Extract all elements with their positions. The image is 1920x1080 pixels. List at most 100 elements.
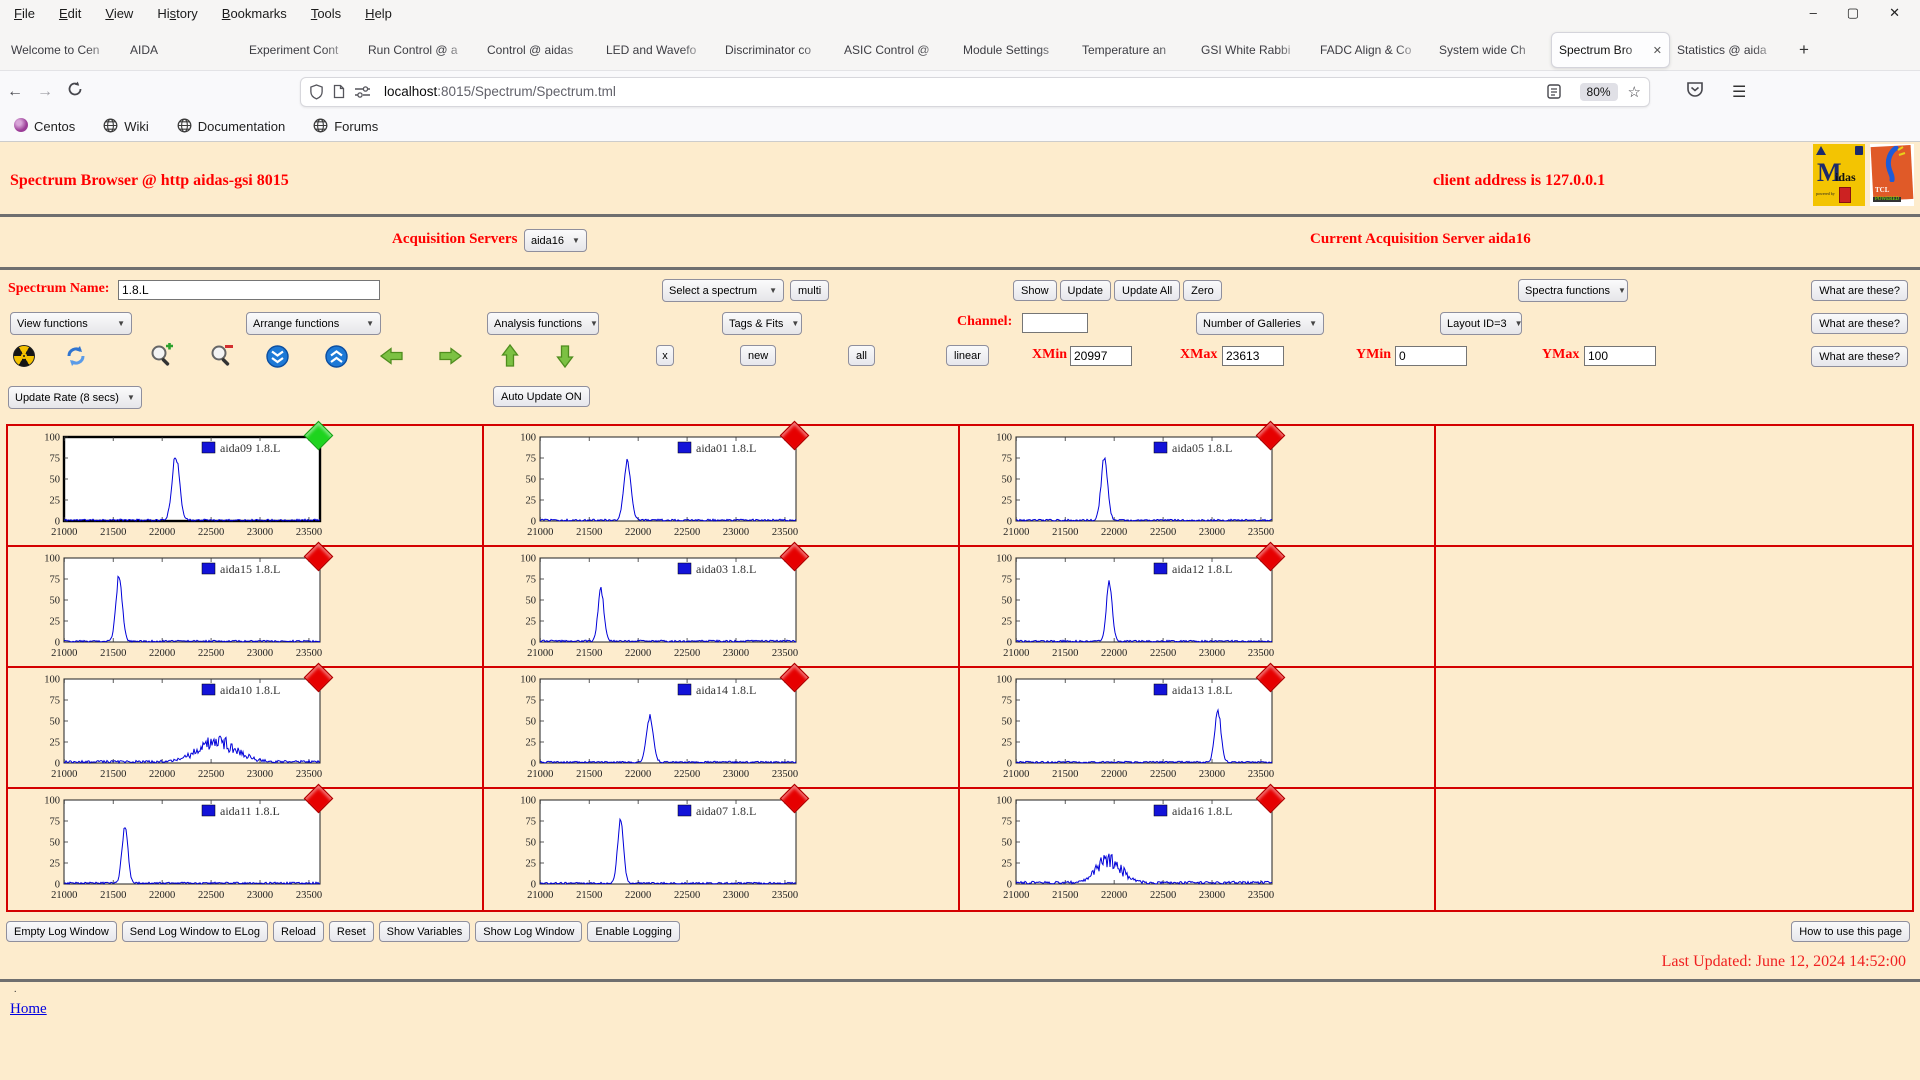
menu-tools[interactable]: Tools	[311, 6, 341, 21]
pocket-icon[interactable]	[1686, 81, 1704, 102]
spectrum-plot-aida15[interactable]: 21000 21500 22000 22500 23000 23500 0 25 50 75 100…	[32, 541, 334, 666]
zero-button[interactable]: Zero	[1183, 280, 1222, 301]
pan-down-icon[interactable]	[551, 342, 579, 370]
channel-input[interactable]	[1022, 313, 1088, 333]
bookmark-wiki[interactable]: Wiki	[103, 118, 149, 136]
spectrum-plot-aida05[interactable]: 21000 21500 22000 22500 23000 23500 0 25 50 75 100…	[984, 420, 1286, 545]
update-button[interactable]: Update	[1059, 280, 1112, 301]
tab-gsi-white-rabbi[interactable]: GSI White Rabbi	[1194, 32, 1313, 68]
tab-temperature-an[interactable]: Temperature an	[1075, 32, 1194, 68]
tab-control-aidas[interactable]: Control @ aidas	[480, 32, 599, 68]
tab-close-icon[interactable]: ✕	[1653, 44, 1662, 57]
auto-update-button[interactable]: Auto Update ON	[493, 386, 590, 407]
shield-icon[interactable]	[309, 83, 324, 100]
tab-system-wide-ch[interactable]: System wide Ch	[1432, 32, 1551, 68]
view-functions-dropdown[interactable]: View functions ▼	[10, 312, 132, 335]
linear-button[interactable]: linear	[946, 345, 989, 366]
spectrum-plot-aida09[interactable]: 21000 21500 22000 22500 23000 23500 0 25 50 75 100…	[32, 420, 334, 545]
update-rate-dropdown[interactable]: Update Rate (8 secs) ▼	[8, 386, 142, 409]
radiation-icon[interactable]	[10, 342, 38, 370]
minimize-icon[interactable]: –	[1810, 5, 1817, 21]
spectrum-plot-aida13[interactable]: 21000 21500 22000 22500 23000 23500 0 25 50 75 100…	[984, 662, 1286, 787]
spectrum-name-input[interactable]	[118, 280, 380, 300]
ymax-input[interactable]	[1584, 346, 1656, 366]
x-axis-button[interactable]: x	[656, 345, 674, 366]
acquisition-server-select[interactable]: aida16 ▼	[524, 229, 587, 252]
enable-logging-button[interactable]: Enable Logging	[587, 921, 680, 942]
spectrum-plot-aida10[interactable]: 21000 21500 22000 22500 23000 23500 0 25 50 75 100…	[32, 662, 334, 787]
zoom-in-icon[interactable]	[148, 342, 176, 370]
update-all-button[interactable]: Update All	[1114, 280, 1181, 301]
tab-fadc-align-co[interactable]: FADC Align & Co	[1313, 32, 1432, 68]
refresh-icon[interactable]	[62, 342, 90, 370]
tab-welcome-to-cen[interactable]: Welcome to Cen	[4, 32, 123, 68]
spectrum-plot-aida16[interactable]: 21000 21500 22000 22500 23000 23500 0 25 50 75 100…	[984, 783, 1286, 908]
midas-logo[interactable]: Midas powered by	[1813, 144, 1865, 206]
bookmark-centos[interactable]: Centos	[14, 118, 75, 135]
menu-edit[interactable]: Edit	[59, 6, 81, 21]
hamburger-menu-icon[interactable]: ☰	[1732, 82, 1746, 102]
reload-button[interactable]: Reload	[273, 921, 324, 942]
empty-log-window-button[interactable]: Empty Log Window	[6, 921, 117, 942]
all-button[interactable]: all	[848, 345, 876, 366]
maximize-icon[interactable]: ▢	[1847, 5, 1859, 21]
analysis-functions-dropdown[interactable]: Analysis functions ▼	[487, 312, 599, 335]
bookmark-forums[interactable]: Forums	[313, 118, 378, 136]
ymin-input[interactable]	[1395, 346, 1467, 366]
spectrum-plot-aida11[interactable]: 21000 21500 22000 22500 23000 23500 0 25 50 75 100…	[32, 783, 334, 908]
new-tab-button[interactable]: +	[1789, 33, 1819, 67]
menu-help[interactable]: Help	[365, 6, 392, 21]
new-button[interactable]: new	[740, 345, 777, 366]
spectrum-plot-aida14[interactable]: 21000 21500 22000 22500 23000 23500 0 25 50 75 100…	[508, 662, 810, 787]
bookmark-documentation[interactable]: Documentation	[177, 118, 285, 136]
close-icon[interactable]: ✕	[1889, 5, 1900, 21]
xmax-input[interactable]	[1222, 346, 1284, 366]
tab-led-and-wavefo[interactable]: LED and Wavefo	[599, 32, 718, 68]
how-to-use-button[interactable]: How to use this page	[1791, 921, 1910, 942]
reload-icon[interactable]	[60, 81, 90, 102]
page-icon[interactable]	[333, 84, 345, 99]
expand-vertical-icon[interactable]	[322, 342, 350, 370]
tab-statistics-aida[interactable]: Statistics @ aida	[1670, 32, 1789, 68]
what-are-these-button[interactable]: What are these?	[1811, 346, 1908, 367]
show-button[interactable]: Show	[1013, 280, 1057, 301]
send-log-window-to-elog-button[interactable]: Send Log Window to ELog	[121, 921, 269, 942]
reader-icon[interactable]	[1546, 84, 1561, 99]
what-are-these-button[interactable]: What are these?	[1811, 280, 1908, 301]
back-icon[interactable]: ←	[0, 83, 30, 101]
xmin-input[interactable]	[1070, 346, 1132, 366]
number-of-galleries-dropdown[interactable]: Number of Galleries ▼	[1196, 312, 1324, 335]
menu-bookmarks[interactable]: Bookmarks	[222, 6, 287, 21]
tab-discriminator-co[interactable]: Discriminator co	[718, 32, 837, 68]
pan-up-icon[interactable]	[496, 342, 524, 370]
show-log-window-button[interactable]: Show Log Window	[475, 921, 583, 942]
url-bar[interactable]: localhost:8015/Spectrum/Spectrum.tml 80%…	[300, 76, 1650, 107]
multi-button[interactable]: multi	[790, 280, 830, 301]
reset-button[interactable]: Reset	[328, 921, 374, 942]
layout-id-dropdown[interactable]: Layout ID=3 ▼	[1440, 312, 1523, 335]
tcl-powered-logo[interactable]: TCL POWERED	[1870, 144, 1914, 206]
show-variables-button[interactable]: Show Variables	[378, 921, 471, 942]
menu-file[interactable]: File	[14, 6, 35, 21]
spectrum-plot-aida03[interactable]: 21000 21500 22000 22500 23000 23500 0 25 50 75 100…	[508, 541, 810, 666]
spectra-functions-dropdown[interactable]: Spectra functions ▼	[1518, 279, 1628, 302]
forward-icon[interactable]: →	[30, 83, 60, 101]
compress-vertical-icon[interactable]	[263, 342, 291, 370]
bookmark-star-icon[interactable]: ☆	[1628, 83, 1641, 101]
spectrum-plot-aida07[interactable]: 21000 21500 22000 22500 23000 23500 0 25 50 75 100…	[508, 783, 810, 908]
tab-aida[interactable]: AIDA	[123, 32, 242, 68]
home-link[interactable]: Home	[10, 1001, 47, 1018]
arrange-functions-dropdown[interactable]: Arrange functions ▼	[246, 312, 381, 335]
menu-history[interactable]: History	[157, 6, 197, 21]
tags-fits-dropdown[interactable]: Tags & Fits ▼	[722, 312, 802, 335]
tab-spectrum-bro[interactable]: Spectrum Bro ✕	[1551, 32, 1670, 68]
permissions-icon[interactable]	[354, 85, 371, 99]
zoom-level-badge[interactable]: 80%	[1579, 82, 1618, 101]
select-spectrum-dropdown[interactable]: Select a spectrum ▼	[662, 279, 784, 302]
pan-right-icon[interactable]	[436, 342, 464, 370]
tab-run-control-a[interactable]: Run Control @ a	[361, 32, 480, 68]
tab-asic-control[interactable]: ASIC Control @	[837, 32, 956, 68]
zoom-out-icon[interactable]	[208, 342, 236, 370]
menu-view[interactable]: View	[105, 6, 133, 21]
what-are-these-button[interactable]: What are these?	[1811, 313, 1908, 334]
